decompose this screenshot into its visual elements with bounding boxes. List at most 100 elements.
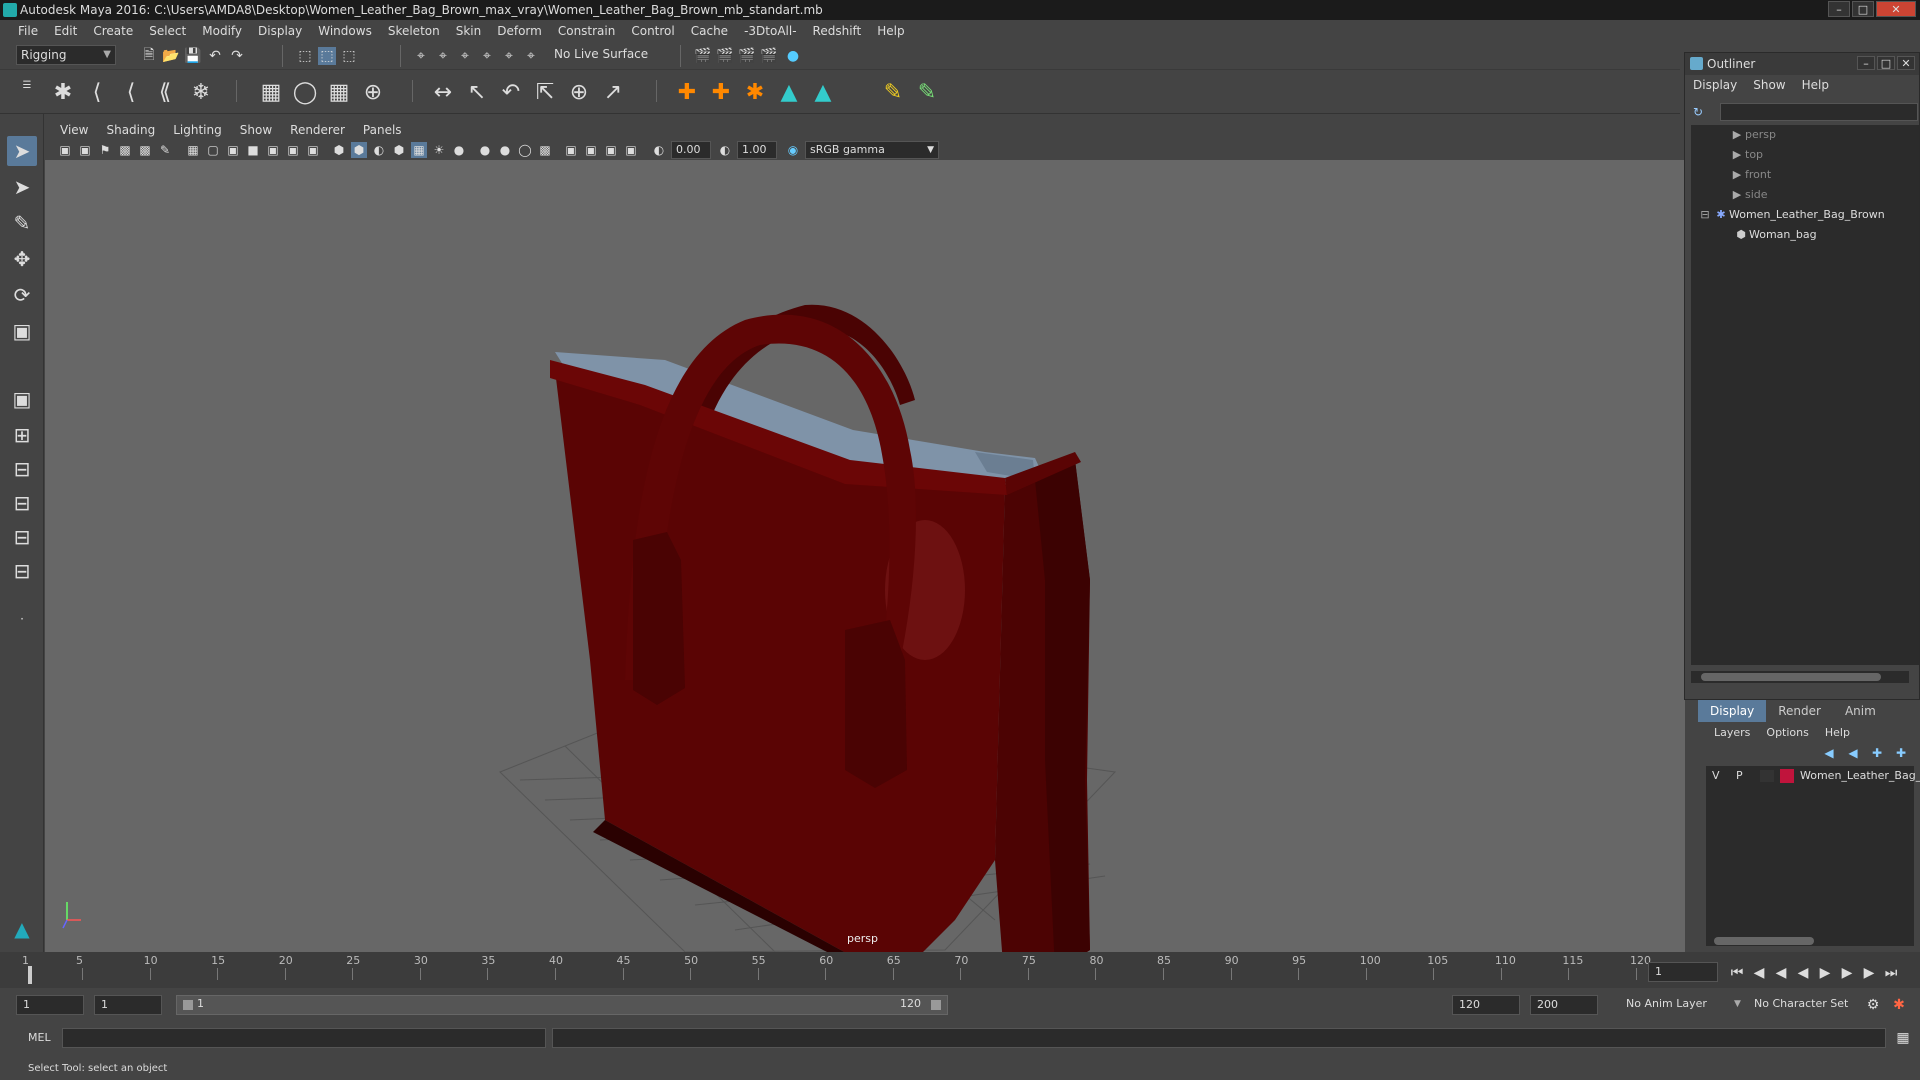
film-gate-icon[interactable]: ▢ <box>205 142 221 158</box>
more-layouts-icon[interactable]: · <box>7 604 37 634</box>
multisample-aa-icon[interactable]: ● <box>497 142 513 158</box>
minimize-button[interactable]: – <box>1828 1 1850 17</box>
2d-pan-zoom-icon[interactable]: ▩ <box>137 142 153 158</box>
character-icon[interactable]: ▲ <box>808 77 838 107</box>
select-tool-icon[interactable]: ➤ <box>7 136 37 166</box>
panel-menu-panels[interactable]: Panels <box>354 123 411 137</box>
menu-set-dropdown[interactable]: Rigging ▼ <box>16 45 116 65</box>
outliner-menu-show[interactable]: Show <box>1753 78 1801 92</box>
panel-menu-view[interactable]: View <box>51 123 97 137</box>
range-slider[interactable]: 1 120 <box>176 995 948 1015</box>
tab-display[interactable]: Display <box>1698 700 1767 722</box>
cluster-handle-icon[interactable]: ✚ <box>706 77 736 107</box>
smooth-bind-icon[interactable]: ◯ <box>290 77 320 107</box>
menu-edit[interactable]: Edit <box>46 24 85 38</box>
use-all-lights-icon[interactable]: ▦ <box>411 142 427 158</box>
brush-tool-icon[interactable]: ✎ <box>912 77 942 107</box>
menu-redshift[interactable]: Redshift <box>805 24 870 38</box>
rotate-tool-icon[interactable]: ⟳ <box>7 280 37 310</box>
lattice-icon[interactable]: ▦ <box>324 77 354 107</box>
menu-modify[interactable]: Modify <box>194 24 250 38</box>
layout-hypershade-icon[interactable]: ⊟ <box>7 556 37 586</box>
layout-persp-graph-icon[interactable]: ⊟ <box>7 488 37 518</box>
panel-menu-lighting[interactable]: Lighting <box>164 123 231 137</box>
isolate-select-icon[interactable]: ▩ <box>537 142 553 158</box>
current-frame-field[interactable]: 1 <box>1648 962 1718 982</box>
point-constraint-icon[interactable]: ↔ <box>428 77 458 107</box>
live-surface-field[interactable]: No Live Surface <box>550 45 654 65</box>
collapse-icon[interactable]: ⊟ <box>1697 205 1713 225</box>
outliner-horizontal-scrollbar[interactable] <box>1691 671 1909 683</box>
bookmark-icon[interactable]: ⚑ <box>97 142 113 158</box>
select-hierarchy-icon[interactable]: ⬚ <box>296 47 314 65</box>
menu-file[interactable]: File <box>10 24 46 38</box>
snap-point-icon[interactable]: ⌖ <box>456 47 474 65</box>
new-layer-selected-icon[interactable]: ✚ <box>1892 744 1910 762</box>
outliner-title-bar[interactable]: Outliner – □ ✕ <box>1685 53 1919 75</box>
menu-create[interactable]: Create <box>85 24 141 38</box>
snap-curve-icon[interactable]: ⌖ <box>434 47 452 65</box>
layer-visibility-toggle[interactable]: V <box>1712 766 1720 786</box>
outliner-item-top[interactable]: ▶ top <box>1729 145 1763 165</box>
shadows-icon[interactable]: ☀ <box>431 142 447 158</box>
snap-grid-icon[interactable]: ⌖ <box>412 47 430 65</box>
outliner-item-mesh[interactable]: ⬢ Woman_bag <box>1733 225 1816 245</box>
play-backwards-icon[interactable]: ◀ <box>1794 964 1812 982</box>
layer-menu-help[interactable]: Help <box>1825 726 1866 739</box>
human-ik-icon[interactable]: ▲ <box>774 77 804 107</box>
script-editor-icon[interactable]: ▦ <box>1894 1029 1912 1047</box>
hypershade-icon[interactable]: ● <box>784 47 802 65</box>
outliner-maximize-button[interactable]: □ <box>1877 56 1895 70</box>
panel-menu-renderer[interactable]: Renderer <box>281 123 354 137</box>
outliner-minimize-button[interactable]: – <box>1857 56 1875 70</box>
scale-tool-icon[interactable]: ▣ <box>7 316 37 346</box>
step-forward-key-icon[interactable]: ▶ <box>1838 964 1856 982</box>
playback-start-field[interactable]: 1 <box>94 995 162 1015</box>
close-button[interactable]: ✕ <box>1876 1 1916 17</box>
tab-anim[interactable]: Anim <box>1833 700 1888 722</box>
menu-3dtoall[interactable]: -3DtoAll- <box>736 24 804 38</box>
layer-type-toggle[interactable] <box>1760 770 1774 782</box>
snap-surface-icon[interactable]: ⌖ <box>500 47 518 65</box>
menu-constrain[interactable]: Constrain <box>550 24 624 38</box>
xray-components-icon[interactable]: ▣ <box>603 142 619 158</box>
outliner-close-button[interactable]: ✕ <box>1897 56 1915 70</box>
camera-attributes-icon[interactable]: ▣ <box>77 142 93 158</box>
motion-blur-icon[interactable]: ● <box>477 142 493 158</box>
ik-spline-icon[interactable]: ⟨ <box>116 77 146 107</box>
outliner-menu-display[interactable]: Display <box>1693 78 1753 92</box>
gamma-icon[interactable]: ◐ <box>717 142 733 158</box>
layer-playback-toggle[interactable]: P <box>1736 766 1743 786</box>
outliner-vertical-scrollbar[interactable] <box>1909 125 1919 665</box>
open-scene-icon[interactable]: 📂 <box>162 47 180 65</box>
tab-render[interactable]: Render <box>1766 700 1833 722</box>
layout-two-icon[interactable]: ⊟ <box>7 454 37 484</box>
outliner-item-group[interactable]: ⊟ ✱ Women_Leather_Bag_Brown <box>1697 205 1884 225</box>
locator-icon[interactable]: ✚ <box>672 77 702 107</box>
depth-of-field-icon[interactable]: ◯ <box>517 142 533 158</box>
move-tool-icon[interactable]: ✥ <box>7 244 37 274</box>
command-input[interactable] <box>62 1028 546 1048</box>
layer-row[interactable]: V P Women_Leather_Bag_ <box>1706 766 1920 786</box>
parent-constraint-icon[interactable]: ⊕ <box>564 77 594 107</box>
time-slider[interactable]: 1 5 10 15 20 25 30 35 40 45 50 55 60 65 70 75 80 85 90 95 10… <box>0 952 1920 988</box>
viewport-persp[interactable]: persp <box>45 160 1685 952</box>
cluster-icon[interactable]: ⊕ <box>358 77 388 107</box>
color-management-icon[interactable]: ◉ <box>785 142 801 158</box>
textured-icon[interactable]: ⬢ <box>391 142 407 158</box>
select-object-icon[interactable]: ⬚ <box>318 47 336 65</box>
image-plane-icon[interactable]: ▩ <box>117 142 133 158</box>
layout-outliner-icon[interactable]: ⊟ <box>7 522 37 552</box>
go-to-start-icon[interactable]: ⏮ <box>1728 964 1746 982</box>
redo-icon[interactable]: ↷ <box>228 47 246 65</box>
layout-four-icon[interactable]: ⊞ <box>7 420 37 450</box>
layer-horizontal-scrollbar[interactable] <box>1706 936 1914 946</box>
paint-weights-icon[interactable]: ✎ <box>878 77 908 107</box>
auto-key-icon[interactable]: ⚙ <box>1864 996 1882 1014</box>
outliner-filter-icon[interactable]: ↻ <box>1693 105 1711 121</box>
playback-end-field[interactable]: 120 <box>1452 995 1520 1015</box>
aim-constraint-icon[interactable]: ↖ <box>462 77 492 107</box>
new-scene-icon[interactable]: 🗎 <box>140 47 158 65</box>
scroll-thumb[interactable] <box>1714 937 1814 945</box>
go-to-end-icon[interactable]: ⏭ <box>1882 964 1900 982</box>
